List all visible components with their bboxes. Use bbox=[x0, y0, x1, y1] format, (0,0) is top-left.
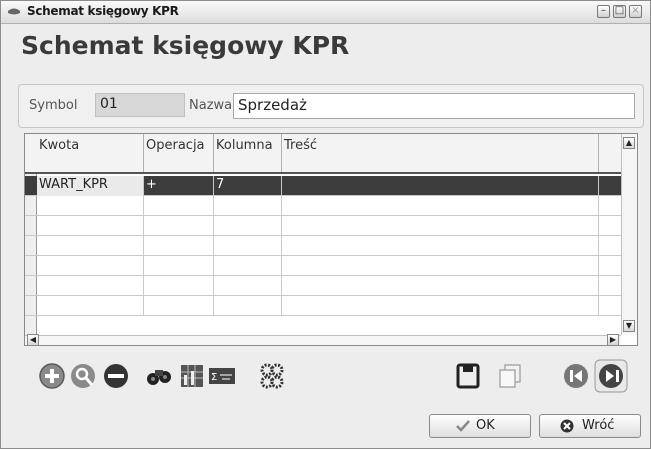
checkmark-icon bbox=[456, 420, 470, 432]
next-icon[interactable] bbox=[594, 359, 628, 393]
symbol-label: Symbol bbox=[29, 98, 78, 113]
table-cell[interactable] bbox=[214, 276, 282, 296]
minimize-button[interactable]: – bbox=[597, 5, 610, 18]
ok-button[interactable]: OK bbox=[429, 414, 531, 438]
save-icon[interactable] bbox=[453, 361, 483, 391]
table-row[interactable] bbox=[25, 256, 621, 276]
find-record-icon[interactable] bbox=[69, 361, 99, 391]
table-cell[interactable] bbox=[214, 296, 282, 316]
header-fields-panel: Symbol 01 Nazwa Sprzedaż bbox=[18, 84, 644, 128]
column-header-kwota[interactable]: Kwota bbox=[37, 134, 144, 172]
scroll-left-button[interactable]: ◀ bbox=[27, 334, 39, 346]
table-cell[interactable] bbox=[37, 196, 144, 216]
add-icon[interactable] bbox=[37, 361, 67, 391]
vertical-scrollbar[interactable]: ▲ ▼ bbox=[621, 134, 637, 335]
nazwa-label: Nazwa bbox=[189, 98, 233, 113]
table-cell[interactable] bbox=[144, 216, 214, 236]
column-header-kolumna[interactable]: Kolumna bbox=[214, 134, 282, 172]
entries-grid[interactable]: Kwota Operacja Kolumna Treść WART_KPR + … bbox=[24, 133, 638, 346]
grid-header: Kwota Operacja Kolumna Treść bbox=[25, 134, 621, 174]
table-cell[interactable] bbox=[37, 236, 144, 256]
symbol-field: 01 bbox=[95, 93, 185, 117]
table-cell[interactable] bbox=[214, 236, 282, 256]
table-cell[interactable] bbox=[214, 216, 282, 236]
app-icon bbox=[8, 8, 20, 15]
table-row[interactable] bbox=[25, 216, 621, 236]
table-cell[interactable] bbox=[144, 196, 214, 216]
table-row[interactable] bbox=[25, 276, 621, 296]
toolbar: Σ bbox=[1, 351, 650, 401]
table-cell[interactable] bbox=[37, 276, 144, 296]
copy-icon[interactable] bbox=[495, 361, 525, 391]
table-cell[interactable] bbox=[282, 276, 599, 296]
svg-text:Σ: Σ bbox=[211, 372, 217, 383]
title-bar[interactable]: Schemat księgowy KPR – □ × bbox=[1, 1, 650, 24]
table-row[interactable] bbox=[25, 196, 621, 216]
cell-kolumna[interactable]: 7 bbox=[214, 176, 282, 196]
formula-icon[interactable]: Σ bbox=[207, 361, 237, 391]
delete-icon[interactable] bbox=[101, 361, 131, 391]
table-cell[interactable] bbox=[144, 296, 214, 316]
scroll-right-button[interactable]: ▶ bbox=[607, 334, 619, 346]
back-button[interactable]: Wróć bbox=[539, 414, 641, 438]
window-title: Schemat księgowy KPR bbox=[27, 4, 179, 18]
close-button[interactable]: × bbox=[629, 5, 642, 18]
report-icon[interactable] bbox=[177, 361, 207, 391]
search-binoculars-icon[interactable] bbox=[144, 361, 174, 391]
table-row[interactable] bbox=[25, 296, 621, 316]
table-cell[interactable] bbox=[282, 196, 599, 216]
cell-tresc[interactable] bbox=[282, 176, 599, 196]
table-cell[interactable] bbox=[282, 256, 599, 276]
column-header-tresc[interactable]: Treść bbox=[282, 134, 599, 172]
scroll-up-button[interactable]: ▲ bbox=[623, 137, 635, 149]
table-cell[interactable] bbox=[214, 196, 282, 216]
table-cell[interactable] bbox=[144, 276, 214, 296]
table-cell[interactable] bbox=[144, 256, 214, 276]
ok-button-label: OK bbox=[476, 418, 495, 433]
dialog-window: Schemat księgowy KPR – □ × Schemat księg… bbox=[0, 0, 651, 449]
table-row[interactable] bbox=[25, 236, 621, 256]
table-cell[interactable] bbox=[214, 256, 282, 276]
table-cell[interactable] bbox=[282, 216, 599, 236]
back-button-label: Wróć bbox=[582, 418, 615, 433]
table-cell[interactable] bbox=[282, 296, 599, 316]
scroll-down-button[interactable]: ▼ bbox=[623, 320, 635, 332]
table-cell[interactable] bbox=[282, 236, 599, 256]
cell-kwota[interactable]: WART_KPR bbox=[37, 176, 144, 196]
table-cell[interactable] bbox=[37, 256, 144, 276]
table-cell[interactable] bbox=[37, 216, 144, 236]
previous-icon[interactable] bbox=[561, 361, 591, 391]
page-title: Schemat księgowy KPR bbox=[21, 31, 350, 60]
table-row[interactable]: WART_KPR + 7 bbox=[25, 176, 621, 196]
cancel-x-icon bbox=[560, 419, 574, 433]
column-header-operacja[interactable]: Operacja bbox=[144, 134, 214, 172]
maximize-button[interactable]: □ bbox=[613, 5, 626, 18]
horizontal-scrollbar[interactable]: ◀ ▶ bbox=[25, 334, 621, 346]
cell-operacja[interactable]: + bbox=[144, 176, 214, 196]
nazwa-field[interactable]: Sprzedaż bbox=[233, 93, 635, 119]
table-cell[interactable] bbox=[144, 236, 214, 256]
table-cell[interactable] bbox=[37, 296, 144, 316]
settings-gears-icon[interactable] bbox=[257, 361, 287, 391]
